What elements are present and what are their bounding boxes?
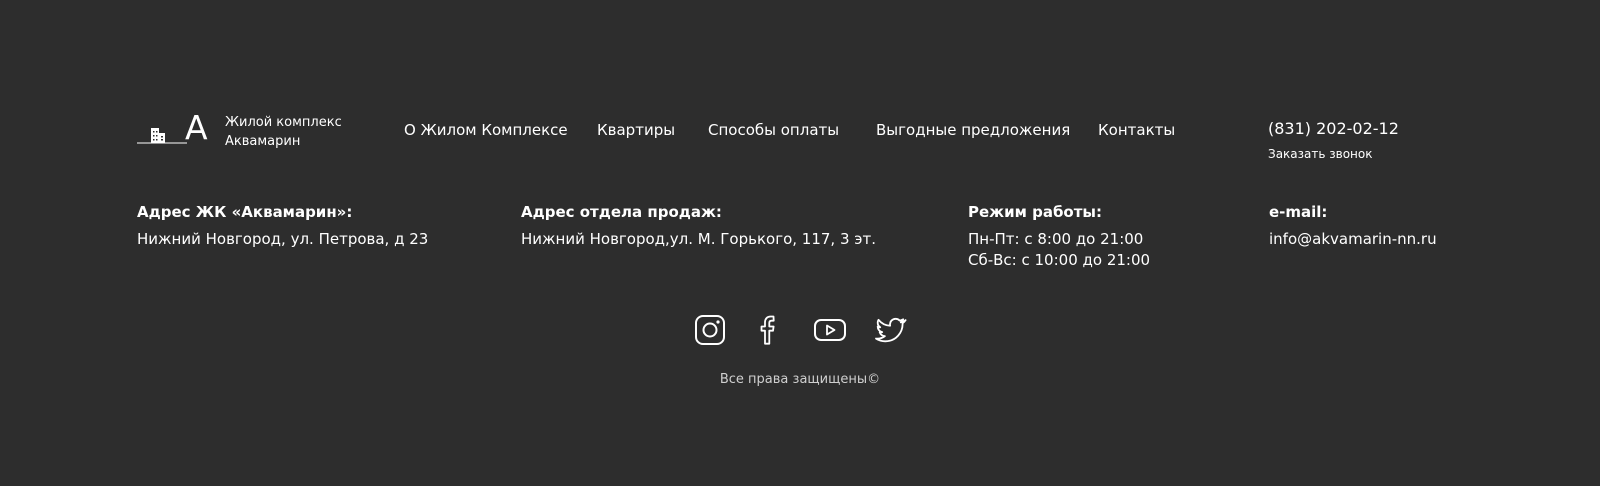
logo-line-1: Жилой комплекс bbox=[225, 115, 342, 130]
email-title: e-mail: bbox=[1269, 203, 1328, 221]
nav-item-payment[interactable]: Способы оплаты bbox=[708, 121, 839, 139]
instagram-icon[interactable] bbox=[693, 313, 727, 347]
hours-title: Режим работы: bbox=[968, 203, 1102, 221]
logo-letter: A bbox=[185, 108, 208, 147]
nav-item-about[interactable]: О Жилом Комплексе bbox=[404, 121, 568, 139]
facebook-icon[interactable] bbox=[753, 313, 787, 347]
email-link[interactable]: info@akvamarin-nn.ru bbox=[1269, 230, 1437, 249]
twitter-icon[interactable] bbox=[873, 313, 907, 347]
hours-weekend: Сб-Вс: с 10:00 до 21:00 bbox=[968, 251, 1151, 269]
phone-number[interactable]: (831) 202-02-12 bbox=[1268, 119, 1399, 139]
sales-address-value: Нижний Новгород,ул. М. Горького, 117, 3 … bbox=[521, 230, 877, 248]
youtube-icon[interactable] bbox=[813, 313, 847, 347]
copyright-text: Все права защищены© bbox=[719, 372, 881, 387]
complex-address-title: Адрес ЖК «Аквамарин»: bbox=[137, 203, 353, 221]
hours-weekdays: Пн-Пт: с 8:00 до 21:00 bbox=[968, 230, 1144, 248]
sales-address-title: Адрес отдела продаж: bbox=[521, 203, 722, 221]
logo[interactable]: A Жилой комплекс Аквамарин bbox=[137, 110, 347, 150]
nav-item-contacts[interactable]: Контакты bbox=[1098, 121, 1175, 139]
callback-link[interactable]: Заказать звонок bbox=[1268, 147, 1373, 162]
complex-address-value: Нижний Новгород, ул. Петрова, д 23 bbox=[137, 230, 429, 248]
logo-text: Жилой комплекс Аквамарин bbox=[225, 113, 342, 151]
logo-line-2: Аквамарин bbox=[225, 134, 301, 149]
nav-item-offers[interactable]: Выгодные предложения bbox=[876, 121, 1070, 139]
nav-item-apartments[interactable]: Квартиры bbox=[597, 121, 675, 139]
